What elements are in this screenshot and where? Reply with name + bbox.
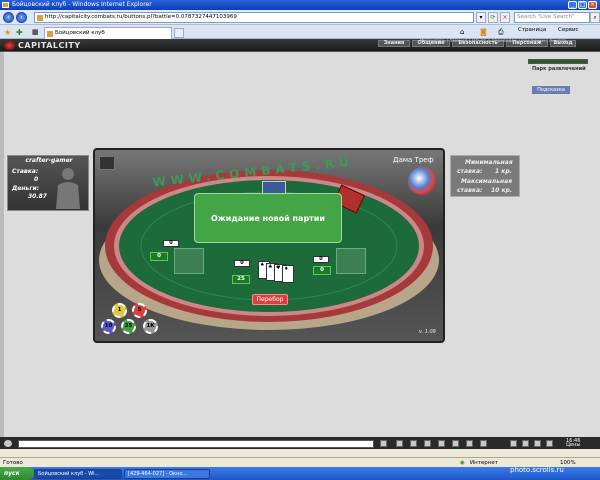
game-clock: 16:46 Цены <box>566 439 581 448</box>
bet-value: 0 <box>34 176 39 183</box>
money-value: 30.87 <box>28 193 47 200</box>
tab-title: Бойцовский клуб <box>55 30 105 36</box>
chip-10[interactable]: 10 <box>101 319 116 334</box>
min-row-label: ставка: <box>457 168 483 175</box>
player-name: crafter-gamer <box>25 157 73 164</box>
chip-25[interactable]: 25 <box>121 319 136 334</box>
refresh-icon[interactable]: ⟳ <box>488 12 498 23</box>
window-titlebar: Бойцовский клуб - Windows Internet Explo… <box>0 0 600 10</box>
compat-button[interactable]: ▾ <box>476 12 486 23</box>
task-icq[interactable]: [429-464-027] - Окно... <box>124 469 210 479</box>
page-icon <box>37 15 43 21</box>
chat-smiley-icon[interactable] <box>4 440 12 447</box>
site-watermark: photo.scrolls.ru <box>510 466 564 474</box>
nav-sub-links[interactable]: Инвентарь | Умения | Отчет о переводах |… <box>420 39 600 45</box>
chat-btn-3-icon[interactable] <box>410 440 417 447</box>
hp-bar <box>528 59 588 64</box>
nav-knowledge[interactable]: Знания <box>378 40 410 47</box>
search-icon[interactable]: ⌕ <box>590 12 600 23</box>
max-label: Максимальная <box>461 178 513 185</box>
chat-input[interactable] <box>18 440 374 448</box>
stakes-info: Минимальная ставка: 1 кр. Максимальная с… <box>450 155 520 197</box>
logo-text: CAPITALCITY <box>18 41 81 50</box>
chat-send-icon[interactable] <box>380 440 387 447</box>
minimize-button[interactable]: _ <box>568 1 577 9</box>
chat-btn-8-icon[interactable] <box>480 440 487 447</box>
left-card-slot <box>174 248 204 274</box>
forward-button[interactable]: › <box>16 12 27 23</box>
tools-menu[interactable]: Сервис <box>558 25 579 36</box>
right-score: 0 <box>313 266 331 275</box>
page-menu[interactable]: Страница <box>518 25 546 36</box>
table-menu-icon[interactable] <box>99 156 115 170</box>
close-button[interactable]: × <box>588 1 597 9</box>
address-bar[interactable]: http://capitalcity.combats.ru/buttons.pl… <box>34 12 474 23</box>
hit-button[interactable]: Перебор <box>252 294 288 305</box>
site-logo: CAPITALCITY <box>4 40 94 51</box>
left-scrollbar[interactable] <box>0 52 4 437</box>
ie-page-icon <box>2 2 9 8</box>
bet-label: Ставка: <box>12 168 39 175</box>
add-favorites-icon[interactable]: ✚ <box>16 28 23 37</box>
min-label: Минимальная <box>465 159 513 166</box>
search-input[interactable]: Search "Live Search" <box>514 12 590 23</box>
center-score: 25 <box>232 275 250 284</box>
clock-sub: Цены <box>566 442 581 448</box>
chip-1[interactable]: 1 <box>112 303 127 318</box>
money-label: Деньги: <box>12 185 40 192</box>
hint-button[interactable]: Подсказка <box>532 86 570 94</box>
feeds-icon[interactable]: ◙ <box>480 28 487 36</box>
version-label: v. 1.09 <box>419 329 436 335</box>
park-link[interactable]: Парк развлечений <box>532 66 586 72</box>
dealer-label: Дама Треф <box>393 156 434 164</box>
start-button[interactable]: пуск <box>0 467 34 480</box>
new-tab-button[interactable] <box>174 28 184 38</box>
right-bet-label: 0 <box>313 256 329 263</box>
chip-1k[interactable]: 1K <box>143 319 158 334</box>
right-card-slot <box>336 248 366 274</box>
chat-btn-5-icon[interactable] <box>438 440 445 447</box>
max-row-label: ставка: <box>457 187 483 194</box>
chat-btn-11-icon[interactable] <box>534 440 541 447</box>
waiting-new-game-banner: Ожидание новой партии <box>194 193 342 243</box>
tab-list-icon[interactable]: ▦ <box>32 28 39 36</box>
chat-btn-7-icon[interactable] <box>466 440 473 447</box>
logo-emblem-icon <box>4 41 15 50</box>
chat-btn-10-icon[interactable] <box>522 440 529 447</box>
chat-btn-4-icon[interactable] <box>424 440 431 447</box>
task-ie[interactable]: Бойцовский клуб - Wi... <box>34 469 122 479</box>
maximize-button[interactable]: □ <box>578 1 587 9</box>
player-silhouette-icon <box>56 168 80 209</box>
window-title: Бойцовский клуб - Windows Internet Explo… <box>12 1 152 8</box>
max-value: 10 кр. <box>491 187 513 194</box>
chip-5[interactable]: 5 <box>132 303 147 318</box>
tab-active[interactable]: Бойцовский клуб <box>44 27 172 39</box>
min-value: 1 кр. <box>495 168 512 175</box>
home-icon[interactable]: ⌂ <box>460 28 464 36</box>
back-button[interactable]: ‹ <box>3 12 14 23</box>
chat-btn-12-icon[interactable] <box>546 440 553 447</box>
left-bet-label: 0 <box>163 240 179 247</box>
print-icon[interactable]: ⎙ <box>498 28 504 37</box>
table-felt-graphic <box>99 170 439 330</box>
chat-btn-9-icon[interactable] <box>510 440 517 447</box>
player-card: crafter-gamer Ставка: 0 Деньги: 30.87 <box>7 155 89 211</box>
left-score: 0 <box>150 252 168 261</box>
address-url: http://capitalcity.combats.ru/buttons.pl… <box>45 14 237 20</box>
tab-page-icon <box>47 31 53 37</box>
stop-icon[interactable]: × <box>500 12 510 23</box>
dealer-globe-icon[interactable] <box>408 167 436 195</box>
chat-btn-6-icon[interactable] <box>452 440 459 447</box>
favorites-star-icon[interactable]: ★ <box>4 28 11 37</box>
player-card-4: ♦ <box>282 265 294 283</box>
chat-btn-2-icon[interactable] <box>396 440 403 447</box>
center-bet-label: 0 <box>234 260 250 267</box>
